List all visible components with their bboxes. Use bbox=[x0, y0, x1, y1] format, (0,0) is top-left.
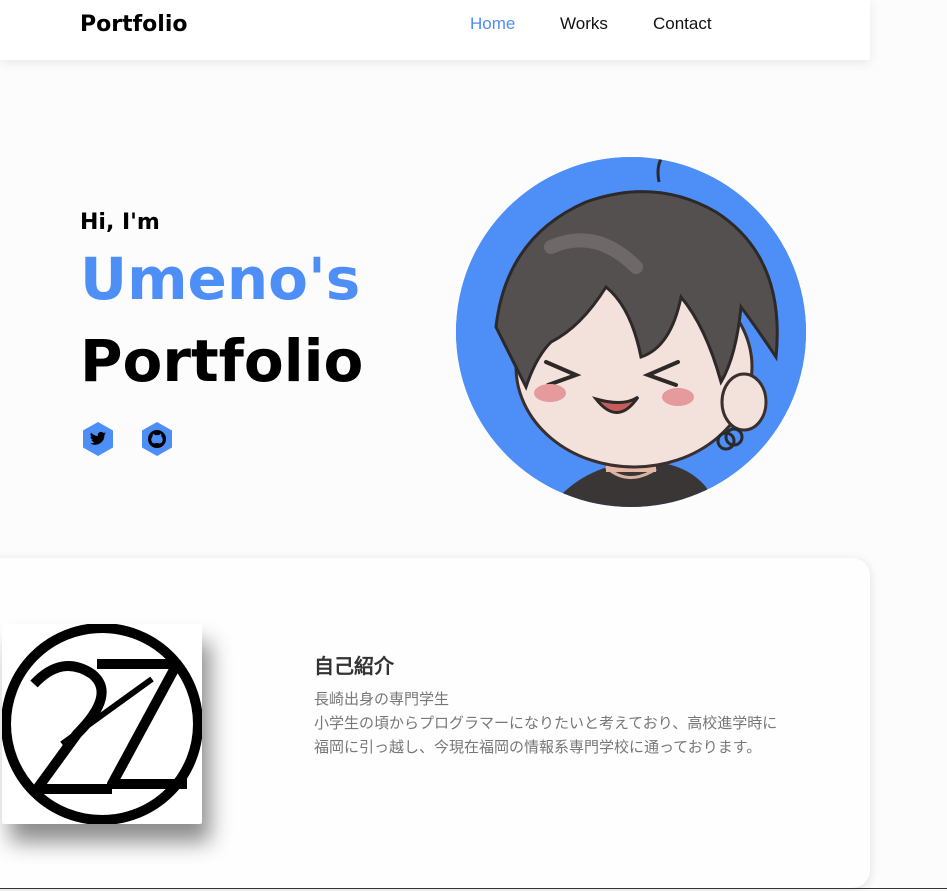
bottom-divider bbox=[0, 888, 947, 889]
about-text-line: 小学生の頃からプログラマーになりたいと考えており、高校進学時に bbox=[314, 714, 778, 732]
profile-avatar bbox=[456, 157, 806, 507]
about-text-line: 長崎出身の専門学生 bbox=[314, 690, 450, 708]
hero-title: Portfolio bbox=[80, 327, 364, 395]
avatar-illustration bbox=[456, 157, 806, 507]
about-text-line: 福岡に引っ越し、今現在福岡の情報系専門学校に通っております。 bbox=[314, 738, 762, 756]
twitter-link[interactable] bbox=[80, 421, 116, 457]
z2-logo-icon bbox=[1, 623, 203, 825]
hero-name: Umeno's bbox=[80, 245, 361, 313]
github-icon bbox=[142, 422, 172, 456]
about-heading: 自己紹介 bbox=[314, 654, 394, 678]
twitter-icon bbox=[83, 422, 113, 456]
nav-contact[interactable]: Contact bbox=[653, 12, 733, 36]
nav-works[interactable]: Works bbox=[560, 12, 620, 36]
site-header: Portfolio Home Works Contact bbox=[0, 0, 870, 60]
github-link[interactable] bbox=[139, 421, 175, 457]
nav-home[interactable]: Home bbox=[470, 12, 530, 36]
about-logo bbox=[1, 623, 203, 825]
page-root: Portfolio Home Works Contact Hi, I'm Ume… bbox=[0, 0, 947, 891]
hero-greeting: Hi, I'm bbox=[80, 210, 160, 235]
brand-logo[interactable]: Portfolio bbox=[80, 10, 188, 40]
